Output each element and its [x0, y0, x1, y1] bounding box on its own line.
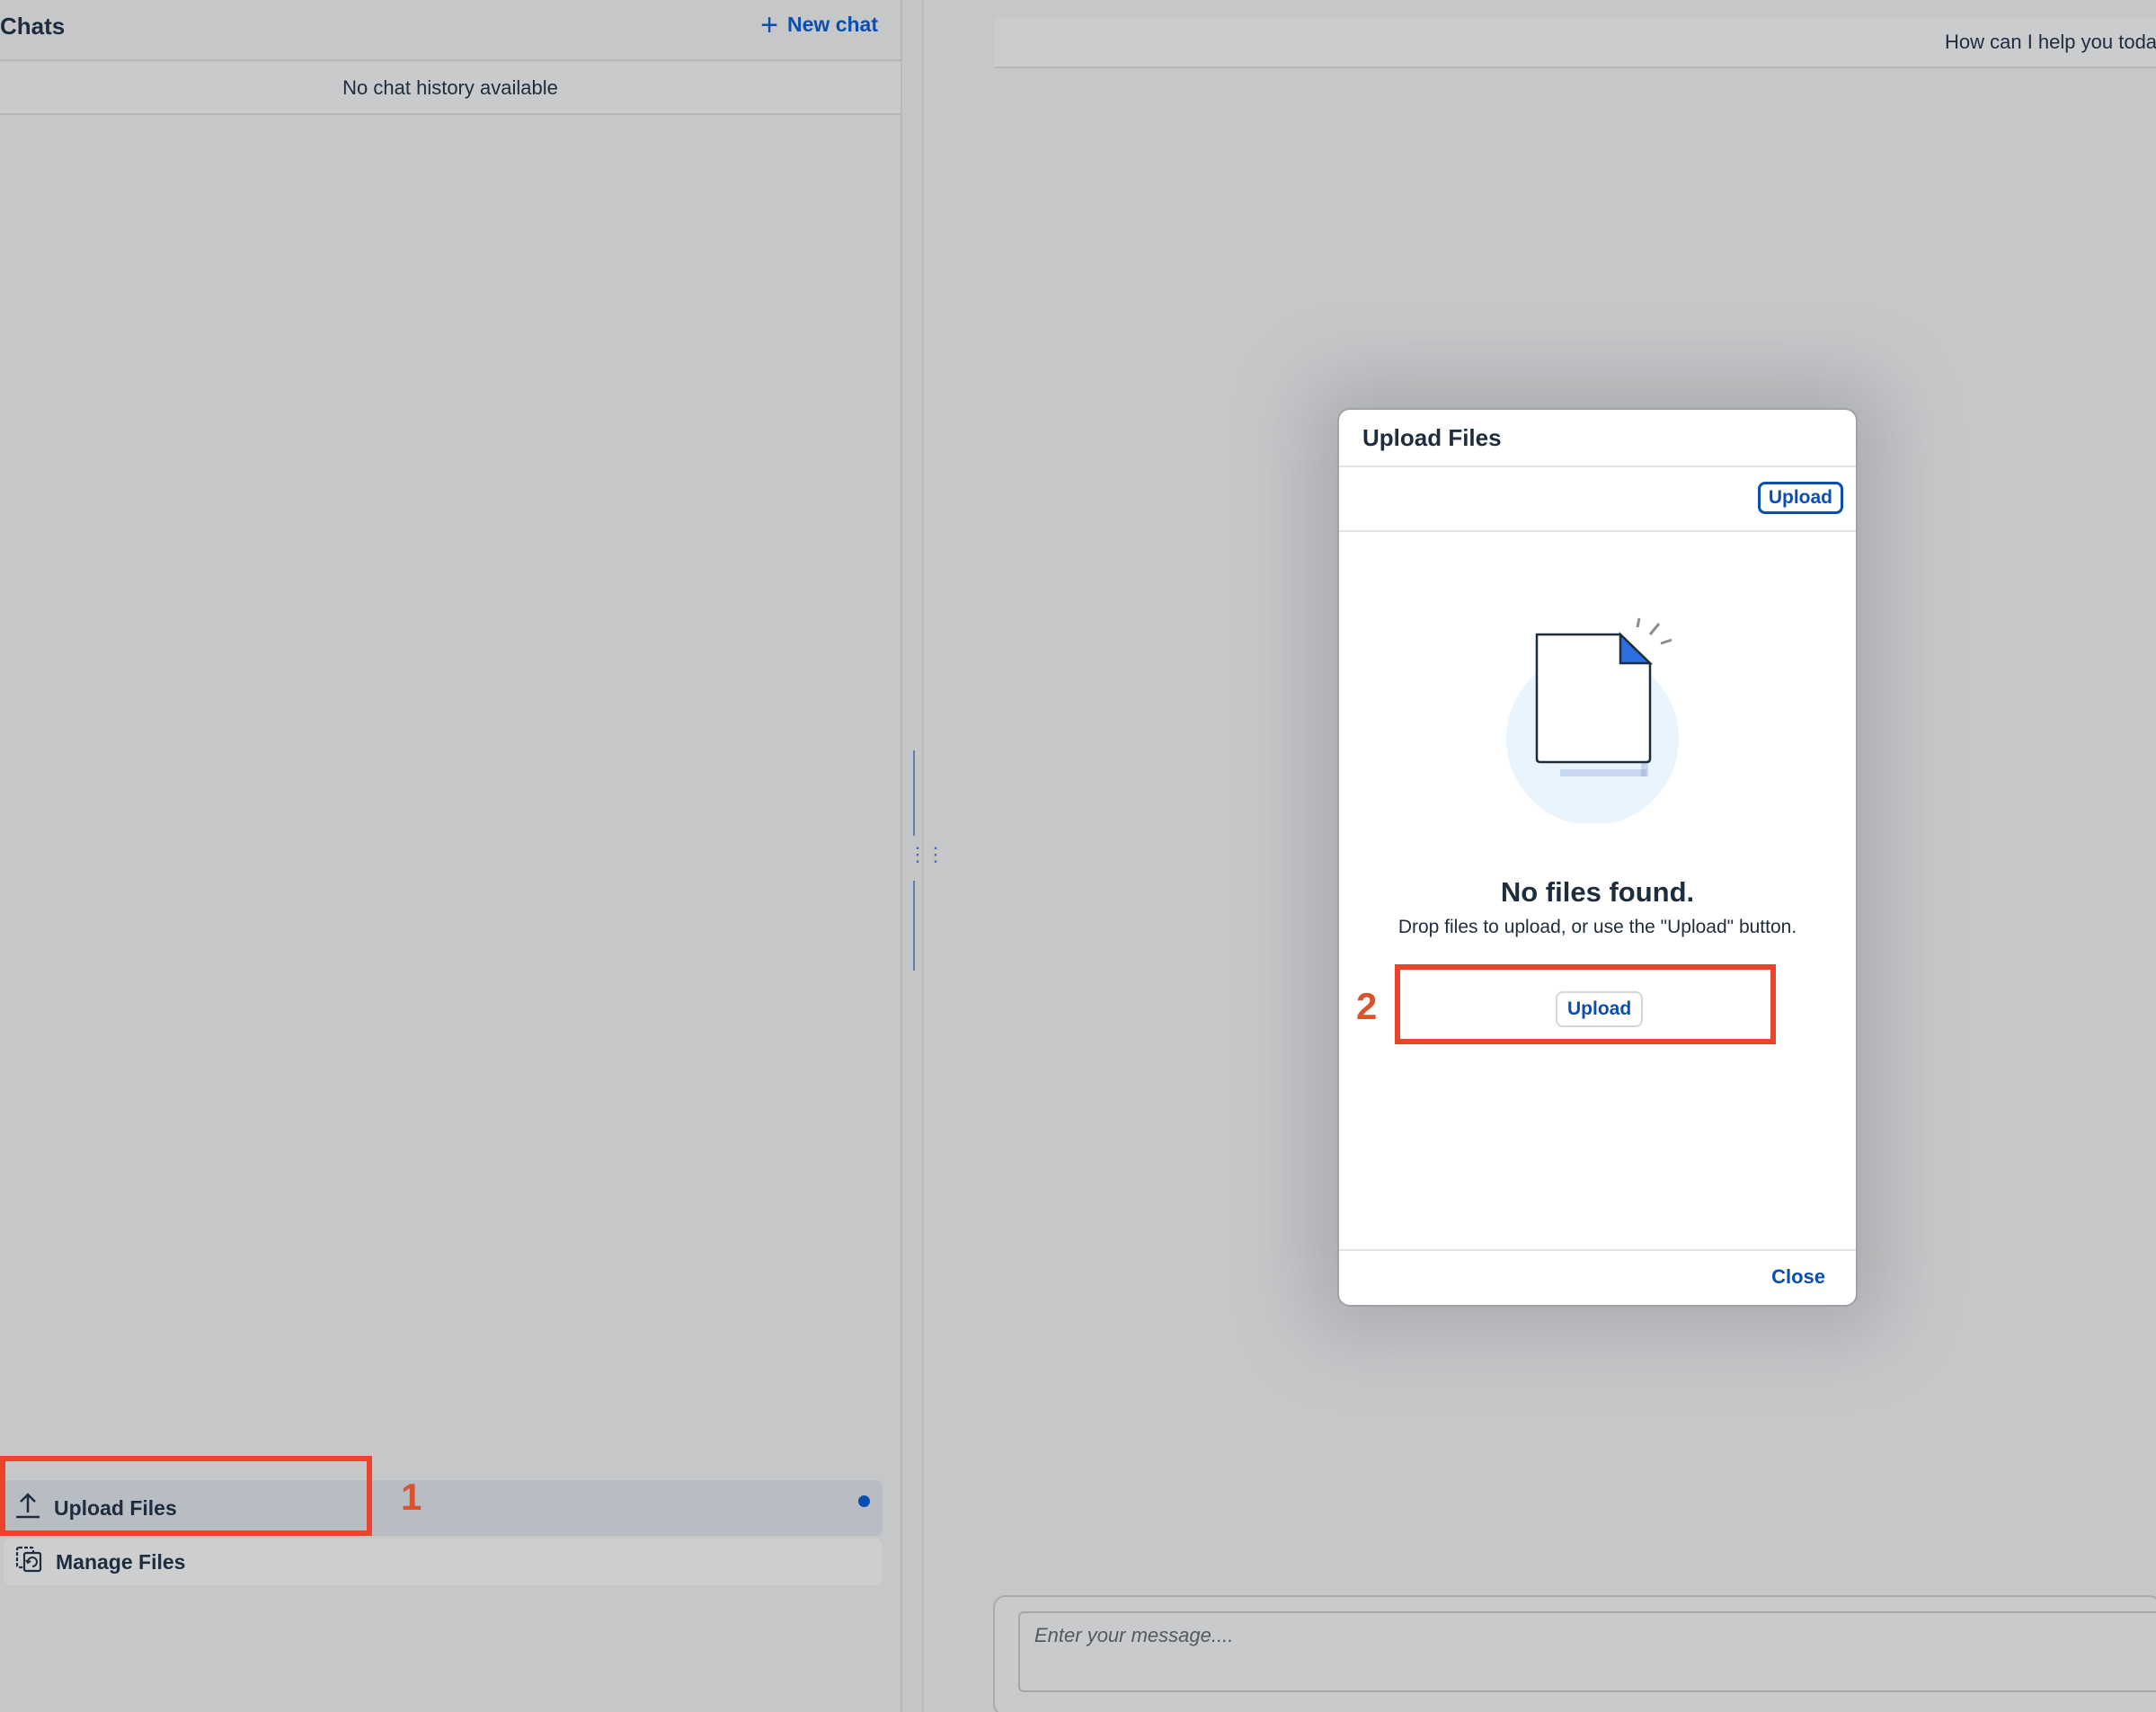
annotation-box-2: [1395, 964, 1776, 1044]
dialog-toolbar: Upload: [1339, 467, 1856, 532]
upload-files-dialog: Upload Files Upload No files found. Drop…: [1337, 408, 1858, 1307]
dialog-footer: Close: [1339, 1249, 1856, 1305]
annotation-number-1: 1: [401, 1476, 422, 1518]
greeting-bar: How can I help you toda: [994, 18, 2156, 68]
status-dot: [858, 1495, 870, 1507]
annotation-box-1: [0, 1456, 372, 1536]
toolbar-upload-button[interactable]: Upload: [1757, 482, 1843, 514]
manage-files-item[interactable]: Manage Files: [4, 1539, 883, 1585]
splitter-line: [913, 881, 915, 971]
panel-splitter[interactable]: ⋮⋮: [901, 0, 945, 1712]
message-input[interactable]: Enter your message....: [1018, 1611, 2156, 1692]
greeting-text: How can I help you toda: [1945, 31, 2156, 53]
new-chat-label: New chat: [787, 13, 878, 36]
grip-icon[interactable]: ⋮⋮: [908, 845, 945, 865]
chats-title: Chats: [0, 13, 66, 40]
chats-header: Chats + New chat: [0, 0, 901, 61]
manage-files-icon: [14, 1545, 43, 1579]
empty-state-title: No files found.: [1500, 876, 1695, 908]
document-icon: [1506, 608, 1686, 825]
manage-files-label: Manage Files: [56, 1549, 186, 1574]
plus-icon: +: [760, 7, 779, 42]
new-chat-button[interactable]: + New chat: [760, 7, 878, 42]
empty-state-subtitle: Drop files to upload, or use the "Upload…: [1397, 917, 1797, 937]
no-chat-history-message: No chat history available: [0, 63, 901, 115]
close-button[interactable]: Close: [1771, 1265, 1825, 1289]
message-composer: Enter your message....: [993, 1595, 2156, 1712]
dialog-title: Upload Files: [1339, 410, 1856, 467]
annotation-number-2: 2: [1356, 985, 1378, 1027]
splitter-line: [913, 750, 915, 836]
